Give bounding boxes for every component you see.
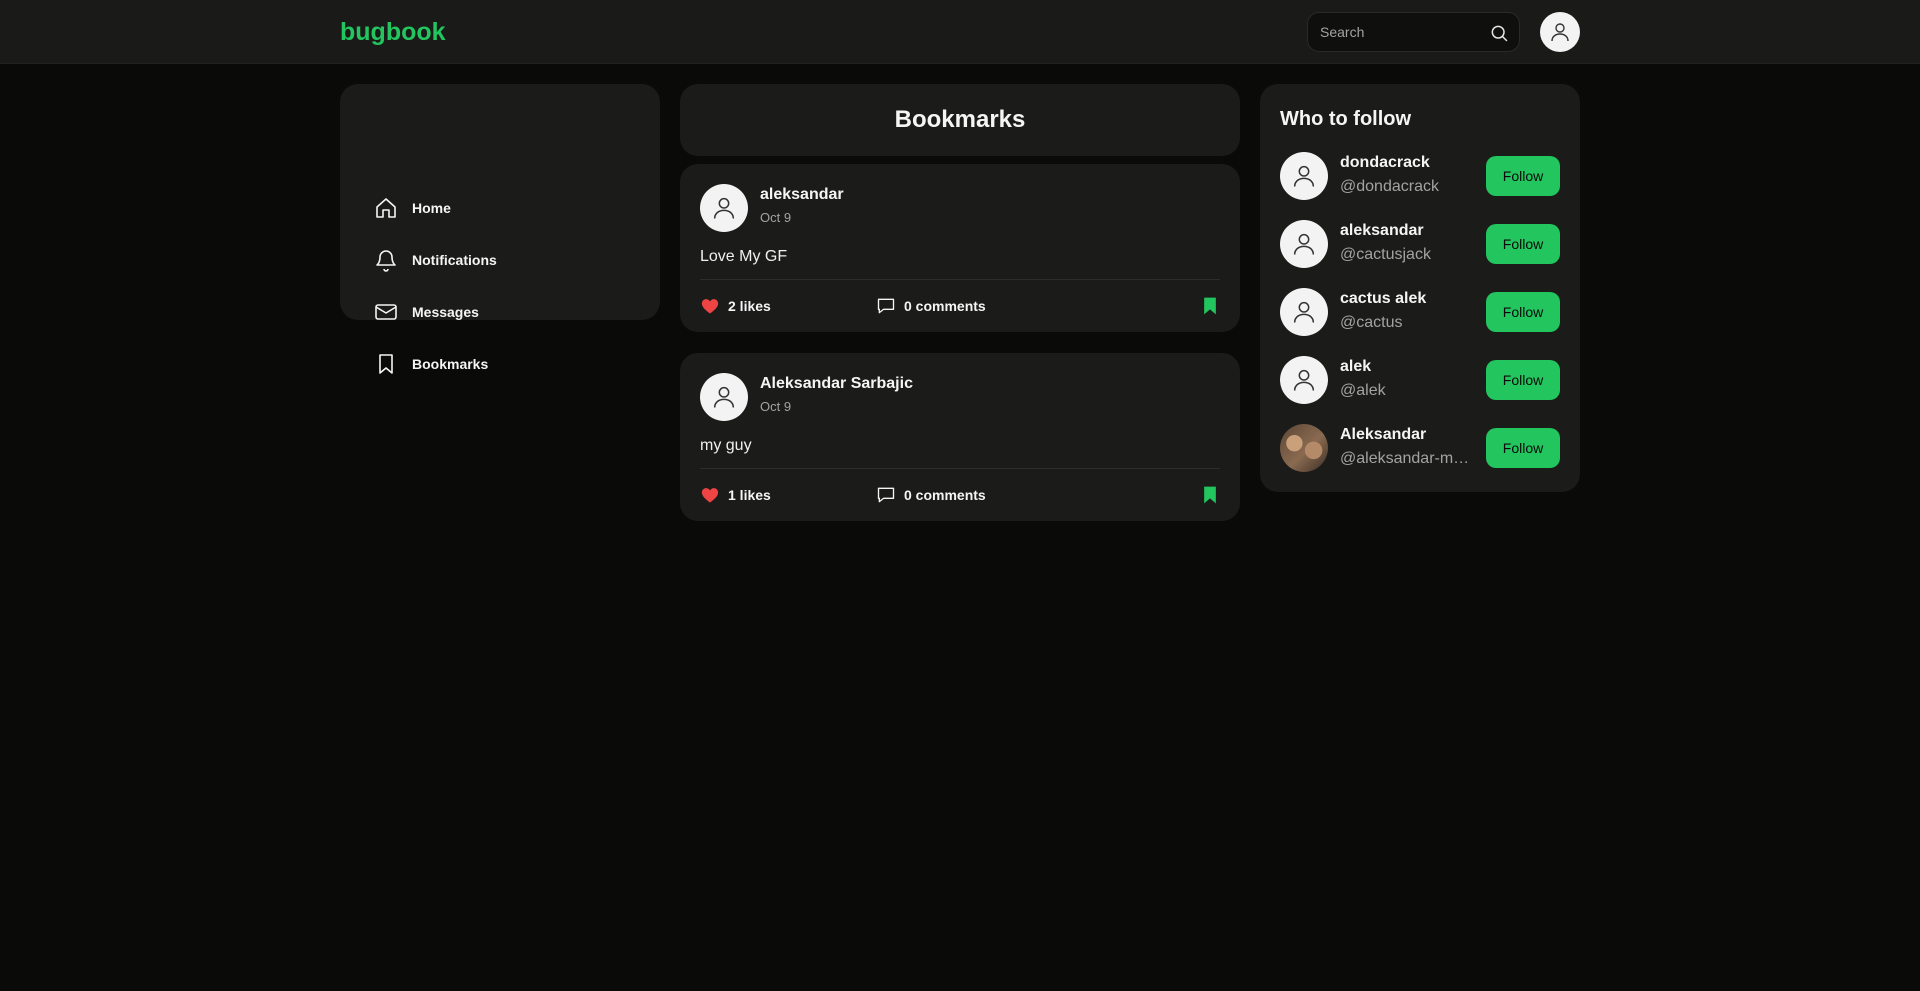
suggestion-handle: @aleksandar-mx...: [1340, 450, 1472, 467]
post-card: Aleksandar Sarbajic Oct 9 my guy 1 likes…: [680, 353, 1240, 521]
bookmark-filled-icon[interactable]: [1200, 484, 1220, 506]
page-header: Bookmarks: [680, 84, 1240, 156]
search-box[interactable]: [1307, 12, 1520, 52]
user-icon: [1293, 233, 1315, 255]
sidebar-item-bookmarks[interactable]: Bookmarks: [374, 346, 624, 382]
who-to-follow-title: Who to follow: [1280, 108, 1412, 130]
follow-suggestion: dondacrack @dondacrack Follow: [1280, 152, 1560, 202]
sidebar-item-label: Notifications: [412, 252, 497, 268]
like-button[interactable]: 2 likes: [700, 295, 771, 317]
divider: [700, 279, 1220, 280]
user-icon: [713, 197, 735, 219]
suggestion-avatar[interactable]: [1280, 288, 1328, 336]
heart-icon: [701, 488, 719, 503]
suggestion-name[interactable]: alek: [1340, 358, 1371, 376]
user-menu-avatar[interactable]: [1540, 12, 1580, 52]
post-card: aleksandar Oct 9 Love My GF 2 likes 0 co…: [680, 164, 1240, 332]
follow-suggestion: alek @alek Follow: [1280, 356, 1560, 406]
user-icon: [713, 386, 735, 408]
page-title: Bookmarks: [894, 106, 1026, 133]
heart-icon: [701, 299, 719, 314]
follow-button[interactable]: Follow: [1486, 360, 1560, 400]
follow-button[interactable]: Follow: [1486, 224, 1560, 264]
suggestion-name[interactable]: aleksandar: [1340, 222, 1424, 240]
post-date[interactable]: Oct 9: [760, 210, 791, 225]
who-to-follow-panel: Who to follow dondacrack @dondacrack Fol…: [1260, 84, 1580, 492]
suggestion-photo-avatar[interactable]: [1280, 424, 1328, 472]
comment-icon: [877, 298, 895, 314]
comments-count: 0 comments: [904, 298, 986, 314]
suggestion-handle: @dondacrack: [1340, 178, 1439, 195]
author-name[interactable]: Aleksandar Sarbajic: [760, 375, 913, 393]
suggestion-name[interactable]: dondacrack: [1340, 154, 1430, 172]
sidebar-item-home[interactable]: Home: [374, 190, 624, 226]
likes-count: 1 likes: [728, 487, 771, 503]
author-avatar[interactable]: [700, 184, 748, 232]
sidebar-item-notifications[interactable]: Notifications: [374, 242, 624, 278]
bookmark-filled-icon[interactable]: [1200, 295, 1220, 317]
sidebar-item-label: Messages: [412, 304, 479, 320]
author-avatar[interactable]: [700, 373, 748, 421]
home-icon: [376, 198, 396, 218]
user-icon: [1551, 23, 1569, 42]
follow-suggestion: aleksandar @cactusjack Follow: [1280, 220, 1560, 270]
suggestion-handle: @alek: [1340, 382, 1386, 399]
suggestion-avatar[interactable]: [1280, 220, 1328, 268]
bookmark-icon: [379, 354, 393, 374]
logo-link[interactable]: bugbook: [340, 18, 446, 47]
user-icon: [1293, 165, 1315, 187]
user-icon: [1293, 369, 1315, 391]
suggestion-avatar[interactable]: [1280, 356, 1328, 404]
sidebar-item-label: Home: [412, 200, 451, 216]
suggestion-name[interactable]: cactus alek: [1340, 290, 1426, 308]
suggestion-handle: @cactusjack: [1340, 246, 1431, 263]
suggestion-handle: @cactus: [1340, 314, 1403, 331]
sidebar-item-messages[interactable]: Messages: [374, 294, 624, 330]
bell-icon: [376, 250, 396, 272]
like-button[interactable]: 1 likes: [700, 484, 771, 506]
comments-button[interactable]: 0 comments: [876, 295, 986, 317]
comment-icon: [877, 487, 895, 503]
suggestion-name[interactable]: Aleksandar: [1340, 426, 1426, 444]
sidebar-item-label: Bookmarks: [412, 356, 489, 372]
author-name[interactable]: aleksandar: [760, 186, 844, 204]
divider: [700, 468, 1220, 469]
comments-button[interactable]: 0 comments: [876, 484, 986, 506]
follow-button[interactable]: Follow: [1486, 428, 1560, 468]
follow-suggestion: cactus alek @cactus Follow: [1280, 288, 1560, 338]
user-icon: [1293, 301, 1315, 323]
search-icon[interactable]: [1489, 23, 1509, 43]
follow-button[interactable]: Follow: [1486, 156, 1560, 196]
top-bar: bugbook: [0, 0, 1920, 64]
post-content: Love My GF: [700, 248, 788, 265]
post-content: my guy: [700, 437, 752, 454]
likes-count: 2 likes: [728, 298, 771, 314]
follow-suggestion: Aleksandar @aleksandar-mx... Follow: [1280, 424, 1560, 474]
sidebar-menu: Home Notifications Messages Bookmarks: [340, 84, 660, 374]
post-date[interactable]: Oct 9: [760, 399, 791, 414]
suggestion-avatar[interactable]: [1280, 152, 1328, 200]
mail-icon: [375, 304, 397, 320]
follow-button[interactable]: Follow: [1486, 292, 1560, 332]
search-input[interactable]: [1320, 13, 1480, 51]
comments-count: 0 comments: [904, 487, 986, 503]
